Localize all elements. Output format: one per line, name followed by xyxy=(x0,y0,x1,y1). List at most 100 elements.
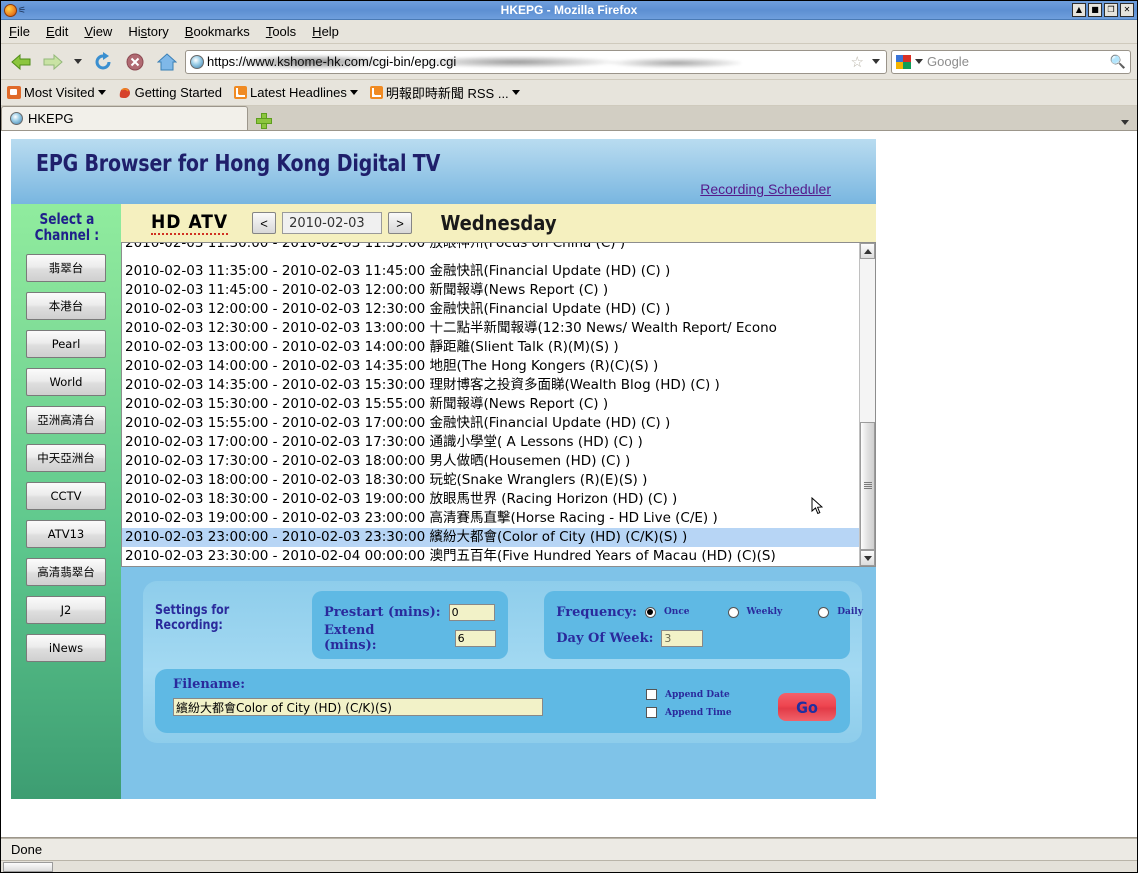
stop-button[interactable] xyxy=(121,48,149,76)
list-item[interactable]: 2010-02-03 12:00:00 - 2010-02-03 12:30:0… xyxy=(122,300,859,319)
search-input[interactable]: Google xyxy=(927,54,1106,69)
bookmark-latest-headlines[interactable]: Latest Headlines xyxy=(234,85,358,100)
list-item[interactable]: 2010-02-03 18:30:00 - 2010-02-03 19:00:0… xyxy=(122,490,859,509)
append-time-row[interactable]: Append Time xyxy=(646,707,756,718)
list-item[interactable]: 2010-02-03 17:30:00 - 2010-02-03 18:00:0… xyxy=(122,452,859,471)
tab-bar: HKEPG xyxy=(1,106,1137,131)
list-item[interactable]: 2010-02-03 13:00:00 - 2010-02-03 14:00:0… xyxy=(122,338,859,357)
scroll-thumb[interactable] xyxy=(860,421,875,550)
menu-view[interactable]: View xyxy=(84,24,112,39)
recording-card: Settings for Recording: Prestart (mins):… xyxy=(143,581,863,743)
menu-edit[interactable]: Edit xyxy=(46,24,68,39)
program-list-scrollbar[interactable] xyxy=(859,243,875,566)
horizontal-scrollbar[interactable] xyxy=(1,860,1137,872)
list-all-tabs-icon[interactable] xyxy=(1121,120,1129,125)
list-item[interactable]: 2010-02-03 12:30:00 - 2010-02-03 13:00:0… xyxy=(122,319,859,338)
channel-button-inews[interactable]: iNews xyxy=(26,633,106,662)
list-item[interactable]: 2010-02-03 15:55:00 - 2010-02-03 17:00:0… xyxy=(122,414,859,433)
filename-input[interactable]: 繽紛大都會Color of City (HD) (C/K)(S) xyxy=(173,698,543,716)
list-item[interactable]: 2010-02-03 14:00:00 - 2010-02-03 14:35:0… xyxy=(122,357,859,376)
maximize-button[interactable]: ❐ xyxy=(1104,3,1118,17)
bookmark-getting-started[interactable]: Getting Started xyxy=(118,85,222,100)
close-button[interactable]: ✕ xyxy=(1120,3,1134,17)
menu-tools[interactable]: Tools xyxy=(266,24,296,39)
channel-button-atv13[interactable]: ATV13 xyxy=(26,519,106,548)
menu-file[interactable]: File xyxy=(9,24,30,39)
menu-help[interactable]: Help xyxy=(312,24,339,39)
triangle-up-icon xyxy=(863,248,872,254)
forward-button[interactable] xyxy=(39,48,67,76)
append-date-row[interactable]: Append Date xyxy=(646,689,756,700)
list-item[interactable]: 2010-02-03 11:35:00 - 2010-02-03 11:45:0… xyxy=(122,262,859,281)
frequency-radio-once[interactable] xyxy=(644,606,656,618)
plus-icon xyxy=(256,113,272,129)
home-button[interactable] xyxy=(153,48,181,76)
bookmark-most-visited[interactable]: Most Visited xyxy=(7,85,106,100)
star-icon[interactable]: ☆ xyxy=(851,53,864,71)
firefox-window: ⚟ HKEPG - Mozilla Firefox ▲ ■ ❐ ✕ File E… xyxy=(0,0,1138,873)
channel-button-j2[interactable]: J2 xyxy=(26,595,106,624)
recording-scheduler-link[interactable]: Recording Scheduler xyxy=(700,181,831,197)
frequency-radio-daily[interactable] xyxy=(818,606,830,618)
scroll-down-button[interactable] xyxy=(860,550,875,566)
channel-button-asia-hd[interactable]: 亞洲高清台 xyxy=(26,405,106,434)
list-item[interactable]: 2010-02-03 19:00:00 - 2010-02-03 23:00:0… xyxy=(122,509,859,528)
channel-button-cctv[interactable]: CCTV xyxy=(26,481,106,510)
search-engine-dropdown-icon[interactable] xyxy=(915,59,923,64)
program-row-text: 2010-02-03 15:30:00 - 2010-02-03 15:55:0… xyxy=(125,396,609,412)
url-dropdown-icon[interactable] xyxy=(872,59,880,64)
list-item-selected[interactable]: 2010-02-03 23:00:00 - 2010-02-03 23:30:0… xyxy=(122,528,859,547)
frequency-row: Frequency: Once Weekly Daily xyxy=(556,599,863,625)
bookmark-label: Getting Started xyxy=(134,85,223,100)
back-button[interactable] xyxy=(7,48,35,76)
list-item[interactable]: 2010-02-03 18:00:00 - 2010-02-03 18:30:0… xyxy=(122,471,859,490)
list-item[interactable]: 2010-02-03 17:00:00 - 2010-02-03 17:30:0… xyxy=(122,433,859,452)
channel-button-hd-jade[interactable]: 高清翡翠台 xyxy=(26,557,106,586)
frequency-radio-weekly[interactable] xyxy=(727,606,739,618)
hscroll-thumb[interactable] xyxy=(3,861,53,872)
date-input[interactable]: 2010-02-03 xyxy=(282,212,383,234)
channel-button-pearl[interactable]: Pearl xyxy=(26,329,106,358)
extend-row: Extend (mins): 6 xyxy=(323,623,497,653)
append-time-checkbox[interactable] xyxy=(646,707,657,718)
frequency-label: Frequency: xyxy=(556,604,637,620)
tab-favicon-icon xyxy=(10,112,23,125)
recording-settings-area: Settings for Recording: Prestart (mins):… xyxy=(121,567,876,799)
list-item[interactable]: 2010-02-03 11:30:00 - 2010-02-03 11:35:0… xyxy=(122,243,859,253)
channel-button-world[interactable]: World xyxy=(26,367,106,396)
program-row-text: 2010-02-03 14:00:00 - 2010-02-03 14:35:0… xyxy=(125,358,659,374)
google-icon[interactable] xyxy=(896,54,911,69)
prestart-input[interactable]: 0 xyxy=(448,603,495,621)
search-bar[interactable]: Google 🔍 xyxy=(891,49,1131,74)
extend-label: Extend (mins): xyxy=(323,623,377,653)
new-tab-button[interactable] xyxy=(252,110,274,130)
next-day-button[interactable]: > xyxy=(388,212,413,234)
channel-button-home[interactable]: 本港台 xyxy=(26,291,106,320)
scroll-track[interactable] xyxy=(860,259,875,550)
list-item[interactable]: 2010-02-03 14:35:00 - 2010-02-03 15:30:0… xyxy=(122,376,859,395)
history-dropdown-button[interactable] xyxy=(71,48,85,76)
menu-history[interactable]: History xyxy=(128,24,168,39)
list-item[interactable]: 2010-02-03 15:30:00 - 2010-02-03 15:55:0… xyxy=(122,395,859,414)
program-listbox[interactable]: 2010-02-03 11:30:00 - 2010-02-03 11:35:0… xyxy=(121,242,876,567)
append-date-checkbox[interactable] xyxy=(646,689,657,700)
program-row-text: 2010-02-03 17:00:00 - 2010-02-03 17:30:0… xyxy=(125,434,643,450)
prev-day-button[interactable]: < xyxy=(252,212,277,234)
minimize-button[interactable]: ▲ xyxy=(1072,3,1086,17)
tab-hkepg[interactable]: HKEPG xyxy=(1,106,248,130)
channel-button-ctiasia[interactable]: 中天亞洲台 xyxy=(26,443,106,472)
triangle-down-icon xyxy=(863,555,872,561)
channel-button-jade[interactable]: 翡翠台 xyxy=(26,253,106,282)
scroll-up-button[interactable] xyxy=(860,243,875,259)
url-bar[interactable]: https://www.kshome-hk.com/cgi-bin/epg.cg… xyxy=(185,49,887,74)
bookmark-mingpao-rss[interactable]: 明報即時新聞 RSS ... xyxy=(369,83,520,102)
day-of-week-input[interactable]: 3 xyxy=(661,629,704,647)
menu-bookmarks[interactable]: Bookmarks xyxy=(185,24,250,39)
list-item[interactable]: 2010-02-03 11:45:00 - 2010-02-03 12:00:0… xyxy=(122,281,859,300)
reload-button[interactable] xyxy=(89,48,117,76)
list-item[interactable]: 2010-02-03 23:30:00 - 2010-02-04 00:00:0… xyxy=(122,547,859,566)
go-button[interactable]: Go xyxy=(778,693,836,721)
extend-input[interactable]: 6 xyxy=(454,629,497,647)
magnifier-icon[interactable]: 🔍 xyxy=(1110,54,1126,70)
restore-button[interactable]: ■ xyxy=(1088,3,1102,17)
